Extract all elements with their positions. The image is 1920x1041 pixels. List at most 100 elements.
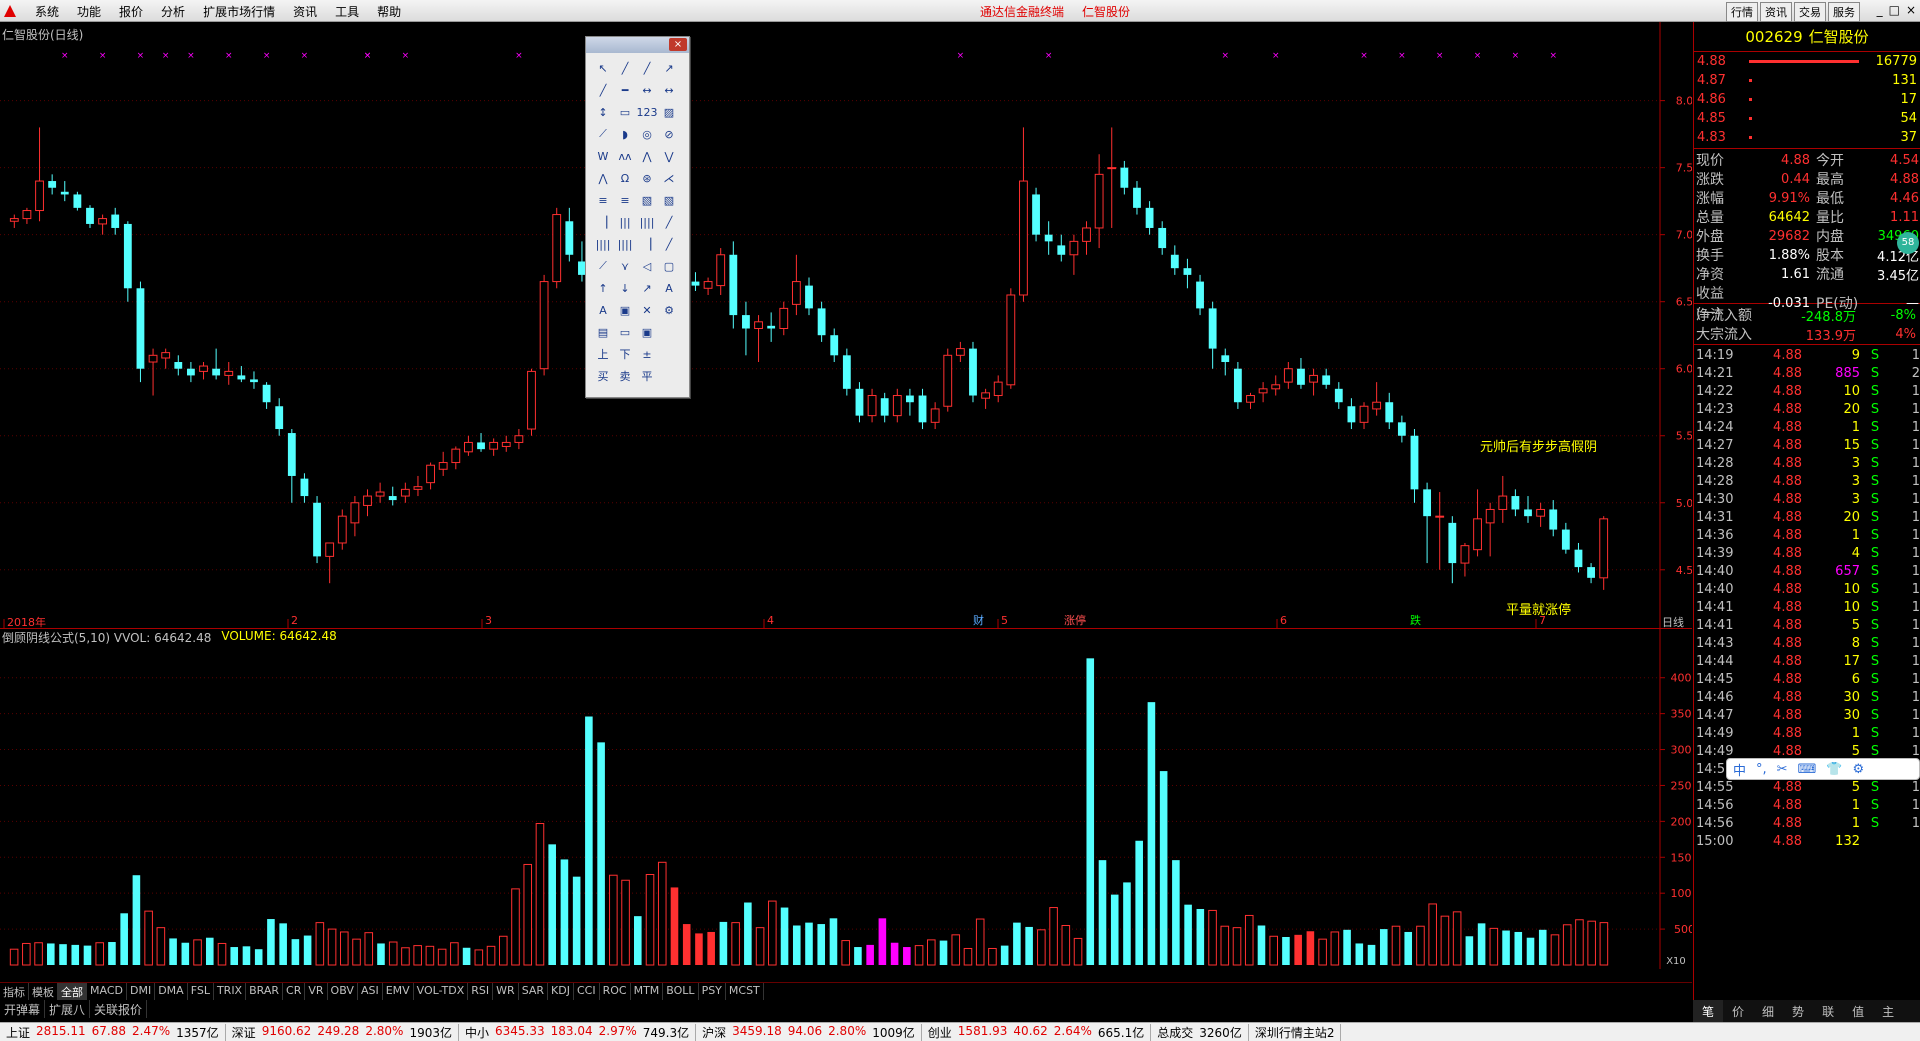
volume-bar[interactable] [498,935,508,966]
indicator-tab[interactable]: ROC [600,983,631,1000]
menu-item-1[interactable]: 功能 [68,0,110,23]
draw-tool-37-icon[interactable]: ⋎ [614,255,636,277]
candle[interactable] [426,462,435,490]
candle[interactable] [1158,221,1167,255]
volume-bar[interactable] [9,948,19,966]
volume-bar[interactable] [1025,926,1033,965]
volume-bar[interactable] [1367,944,1376,965]
volume-bar[interactable] [1013,922,1021,965]
volume-bar[interactable] [951,934,961,966]
volume-bar[interactable] [1575,919,1584,966]
draw-tool-58-icon[interactable]: 平 [636,365,658,387]
menu-item-4[interactable]: 扩展市场行情 [194,0,284,23]
volume-bar[interactable] [1000,945,1009,965]
tick-row[interactable]: 14:40 4.88 10 S 1 [1694,580,1920,598]
volume-bar[interactable] [1318,938,1327,966]
volume-bar[interactable] [670,887,679,965]
volume-bar[interactable] [1599,922,1609,966]
draw-tool-22-icon[interactable]: ⊛ [636,167,658,189]
candle[interactable] [855,382,864,423]
indicator-tab[interactable]: 指标 [0,983,29,1000]
candle[interactable] [1297,357,1305,389]
index-quote[interactable]: 创业 1581.93 40.62 2.64% 665.1亿 [922,1023,1152,1041]
candle[interactable] [1309,368,1318,396]
candle[interactable] [1145,201,1154,235]
draw-tool-17-icon[interactable]: ʌʌ [614,145,636,167]
volume-bar[interactable] [22,942,31,966]
indicator-tab[interactable]: ASI [358,983,383,1000]
menu-item-3[interactable]: 分析 [152,0,194,23]
indicator-tab[interactable]: BRAR [246,983,284,1000]
tick-row[interactable]: 14:56 4.88 1 S 1 [1694,814,1920,832]
draw-tool-53-icon[interactable]: 下 [614,343,636,365]
tick-row[interactable]: 14:21 4.88 885 S 2 [1694,364,1920,382]
candle[interactable] [767,312,776,342]
volume-bar[interactable] [132,875,141,965]
tick-row[interactable]: 14:30 4.88 3 S 1 [1694,490,1920,508]
tick-row[interactable]: 14:19 4.88 9 S 1 [1694,346,1920,364]
candle[interactable] [1435,492,1445,570]
panel-tab[interactable]: 联 [1813,1000,1843,1022]
menu-item-0[interactable]: 系统 [26,0,68,23]
draw-tool-18-icon[interactable]: ⋀ [636,145,658,167]
volume-bar[interactable] [1098,860,1107,965]
ime-item-0-icon[interactable]: 中 [1733,760,1746,779]
draw-tool-6-icon[interactable]: ↔ [636,79,658,101]
volume-bar[interactable] [474,949,484,966]
volume-bar[interactable] [585,716,593,965]
volume-bar[interactable] [1514,931,1523,965]
candle[interactable] [111,207,120,235]
candle[interactable] [1322,368,1331,389]
candle[interactable] [212,348,221,380]
draw-tool-26-icon[interactable]: ▧ [636,189,658,211]
candlestick-chart[interactable]: 8.00 7.50 7.00 6.50 6.00 5.50 5.00 4.50 × × × × × × × ×… [0,22,1692,629]
volume-bar[interactable] [1502,930,1510,965]
candle[interactable] [842,348,851,396]
draw-tool-45-icon[interactable]: ▣ [614,299,636,321]
candle[interactable] [86,205,94,228]
volume-bar[interactable] [903,947,911,965]
candle[interactable] [148,348,158,396]
volume-bar[interactable] [682,924,691,965]
volume-bar[interactable] [890,942,899,965]
volume-bar[interactable] [1355,943,1364,965]
volume-bar[interactable] [425,945,435,966]
candle[interactable] [1448,516,1457,584]
draw-tool-12-icon[interactable]: ⟋ [592,123,614,145]
candle[interactable] [1170,245,1179,275]
toolbox-close-icon[interactable]: × [669,38,687,51]
volume-bars[interactable]: 40000 35000 30000 25000 20000 15000 10000 5000 X… [0,629,1692,969]
candle[interactable] [1246,392,1255,409]
tick-row[interactable]: 14:41 4.88 5 S 1 [1694,616,1920,634]
order-badge[interactable]: 58 [1897,232,1919,254]
volume-bar[interactable] [1477,923,1486,965]
candle[interactable] [1599,516,1609,590]
draw-tool-51-icon[interactable] [658,321,680,343]
candle[interactable] [1334,382,1343,409]
volume-bar[interactable] [462,947,471,965]
volume-bar[interactable] [1123,882,1131,965]
volume-bar[interactable] [1465,936,1474,965]
volume-bar[interactable] [914,945,924,966]
panel-tab[interactable]: 势 [1783,1000,1813,1022]
draw-tool-15-icon[interactable]: ⊘ [658,123,680,145]
volume-bar[interactable] [1086,658,1095,965]
candle[interactable] [1549,500,1558,537]
tick-row[interactable]: 14:27 4.88 15 S 1 [1694,436,1920,454]
volume-bar[interactable] [609,874,618,966]
candle[interactable] [337,509,347,550]
volume-bar[interactable] [1526,937,1535,965]
candle[interactable] [501,435,511,452]
draw-tool-56-icon[interactable]: 买 [592,365,614,387]
volume-bar[interactable] [597,742,605,965]
volume-bar[interactable] [866,944,874,965]
candle[interactable] [943,348,953,412]
volume-bar[interactable] [792,925,801,966]
indicator-tab[interactable]: RSI [468,983,494,1000]
candle[interactable] [1044,221,1053,255]
draw-tool-54-icon[interactable]: ± [636,343,658,365]
volume-bar[interactable] [205,937,214,965]
volume-bar[interactable] [988,947,997,966]
candle[interactable] [1082,221,1091,255]
candle[interactable] [1536,502,1546,527]
